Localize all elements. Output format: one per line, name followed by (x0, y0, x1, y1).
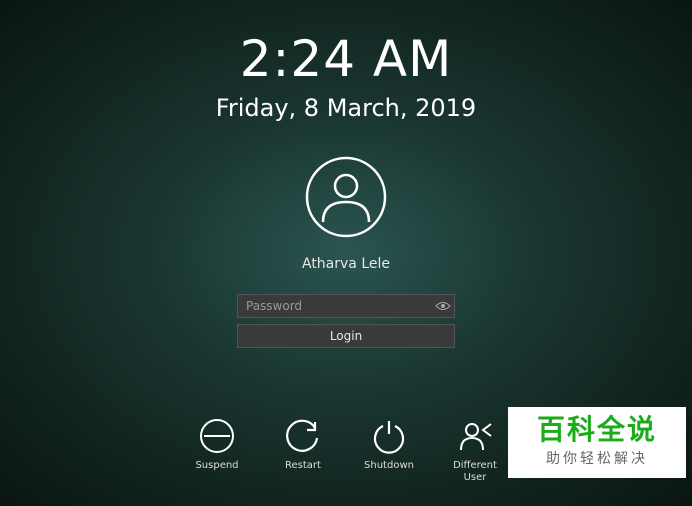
shutdown-label: Shutdown (364, 460, 414, 472)
restart-label: Restart (285, 460, 321, 472)
restart-icon (285, 418, 321, 454)
lock-screen: 2:24 AM Friday, 8 March, 2019 Atharva Le… (0, 0, 692, 506)
watermark-title: 百科全说 (524, 415, 670, 446)
login-button[interactable]: Login (237, 324, 455, 348)
password-field-wrap (237, 294, 455, 318)
suspend-button[interactable]: Suspend (191, 418, 243, 484)
watermark-overlay: 百科全说 助你轻松解决 (508, 407, 686, 478)
shutdown-button[interactable]: Shutdown (363, 418, 415, 484)
password-input[interactable] (238, 299, 432, 313)
clock-time: 2:24 AM (240, 30, 453, 88)
restart-button[interactable]: Restart (277, 418, 329, 484)
watermark-subtitle: 助你轻松解决 (524, 448, 670, 468)
show-password-icon[interactable] (432, 295, 454, 317)
person-icon (305, 156, 387, 238)
different-user-label: Different User (453, 460, 497, 484)
different-user-icon (457, 418, 493, 454)
user-avatar (305, 156, 387, 242)
different-user-button[interactable]: Different User (449, 418, 501, 484)
clock-date: Friday, 8 March, 2019 (216, 94, 476, 122)
username-label: Atharva Lele (302, 256, 390, 272)
login-form: Login (237, 294, 455, 348)
suspend-icon (199, 418, 235, 454)
shutdown-icon (371, 418, 407, 454)
suspend-label: Suspend (195, 460, 238, 472)
